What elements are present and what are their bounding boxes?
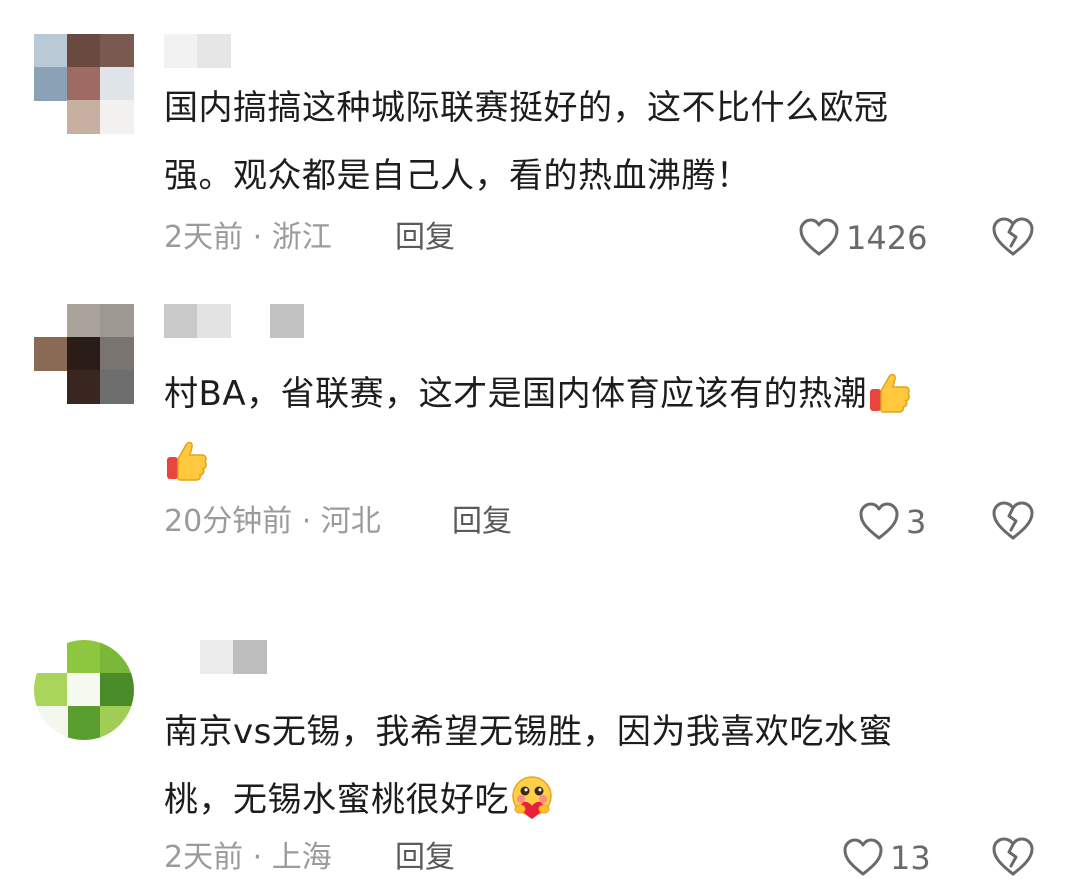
like-button[interactable]: 13 <box>842 836 931 880</box>
comment-item: 村BA，省联赛，这才是国内体育应该有的热潮 20分钟前 · 河北 回复 3 <box>0 280 1080 580</box>
thumbs-up-emoji <box>867 369 913 415</box>
avatar[interactable] <box>34 304 134 404</box>
reply-button[interactable]: 回复 <box>395 838 455 878</box>
comment-text: 南京vs无锡，我希望无锡胜，因为我喜欢吃水蜜 桃，无锡水蜜桃很好吃 <box>164 698 1014 834</box>
comment-text: 村BA，省联赛，这才是国内体育应该有的热潮 <box>164 360 1014 496</box>
comment-text-line: 强。观众都是自己人，看的热血沸腾！ <box>164 156 751 196</box>
like-button[interactable]: 3 <box>858 500 926 544</box>
thumbs-up-emoji <box>164 437 210 483</box>
comment-item: 国内搞搞这种城际联赛挺好的，这不比什么欧冠 强。观众都是自己人，看的热血沸腾！ … <box>0 0 1080 280</box>
like-button[interactable]: 1426 <box>798 216 927 260</box>
hugging-heart-face-emoji <box>509 775 555 821</box>
broken-heart-icon <box>991 501 1035 546</box>
broken-heart-icon <box>991 837 1035 882</box>
comment-text-line: 南京vs无锡，我希望无锡胜，因为我喜欢吃水蜜 <box>164 712 893 752</box>
heart-outline-icon <box>798 218 840 258</box>
like-count: 13 <box>890 839 931 877</box>
comment-item: 南京vs无锡，我希望无锡胜，因为我喜欢吃水蜜 桃，无锡水蜜桃很好吃 2天前 · … <box>0 620 1080 896</box>
broken-heart-icon <box>991 217 1035 262</box>
heart-outline-icon <box>842 838 884 878</box>
reply-button[interactable]: 回复 <box>395 218 455 258</box>
reply-button[interactable]: 回复 <box>452 502 512 542</box>
dislike-button[interactable] <box>991 836 1035 880</box>
like-count: 1426 <box>846 219 928 257</box>
comment-text-line: 国内搞搞这种城际联赛挺好的，这不比什么欧冠 <box>164 88 889 128</box>
avatar[interactable] <box>34 640 134 740</box>
comment-meta: 2天前 · 上海 <box>164 840 332 875</box>
comment-text-line: 村BA，省联赛，这才是国内体育应该有的热潮 <box>164 374 868 414</box>
comment-text-line: 桃，无锡水蜜桃很好吃 <box>164 780 509 820</box>
comment-meta: 2天前 · 浙江 <box>164 220 332 255</box>
heart-outline-icon <box>858 502 900 542</box>
comment-meta: 20分钟前 · 河北 <box>164 504 381 539</box>
comment-text: 国内搞搞这种城际联赛挺好的，这不比什么欧冠 强。观众都是自己人，看的热血沸腾！ <box>164 74 1014 210</box>
dislike-button[interactable] <box>991 500 1035 544</box>
avatar[interactable] <box>34 34 134 134</box>
like-count: 3 <box>906 503 927 541</box>
dislike-button[interactable] <box>991 216 1035 260</box>
